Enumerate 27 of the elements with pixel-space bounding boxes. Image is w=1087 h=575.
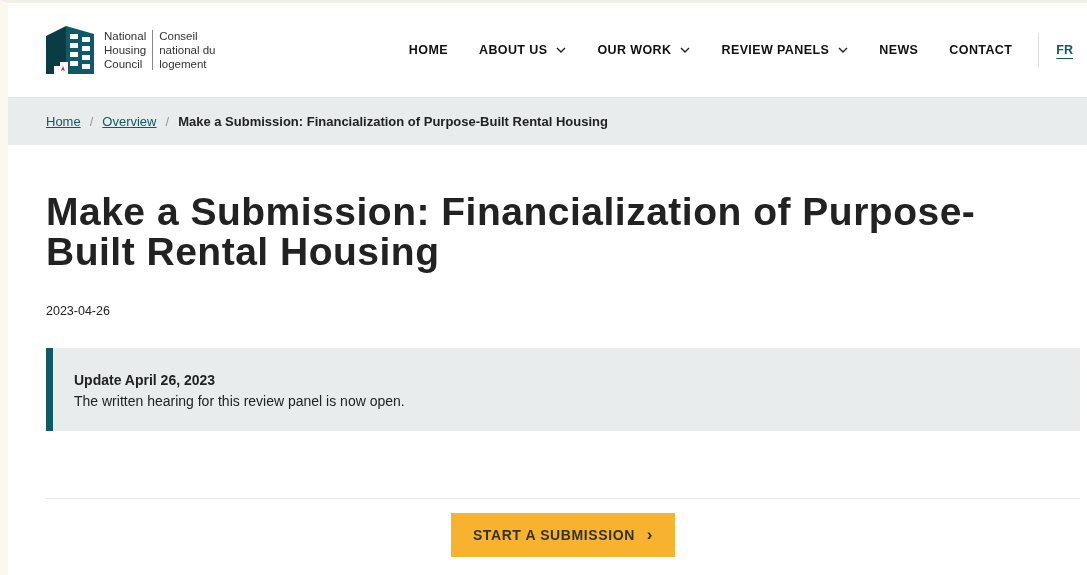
nav-menu[interactable]: ABOUT US	[478, 43, 567, 57]
breadcrumb-current: Make a Submission: Financialization of Purpose-Built Rental Housing	[178, 114, 608, 129]
logo-text: National	[104, 29, 147, 43]
nav-link[interactable]: NEWS	[879, 43, 919, 57]
logo-text: national du	[159, 43, 216, 57]
breadcrumb-link[interactable]: Home	[46, 114, 81, 129]
callout-text: The written hearing for this review panel is now open.	[74, 393, 406, 409]
nav-link[interactable]: CONTACT	[949, 43, 1013, 57]
building-logo-icon	[46, 24, 94, 76]
logo-text: Conseil	[159, 29, 199, 43]
callout-heading: Update April 26, 2023	[74, 372, 217, 388]
logo-text: logement	[159, 57, 208, 71]
breadcrumb-link[interactable]: Overview	[102, 114, 157, 129]
date: 2023-04-26	[46, 304, 111, 318]
language-link[interactable]: FR	[1056, 43, 1073, 57]
page-title: Make a Submission: Financialization of Purpose-Built Rental Housing	[46, 192, 977, 272]
chevron-down-icon	[680, 47, 691, 53]
chevron-down-icon	[556, 47, 567, 53]
breadcrumb-separator: /	[165, 114, 170, 129]
logo-text: Council	[104, 57, 144, 71]
breadcrumb-separator: /	[89, 114, 94, 129]
nav-menu[interactable]: OUR WORK	[597, 43, 691, 57]
chevron-down-icon	[838, 47, 849, 53]
start-submission-button[interactable]: START A SUBMISSION ›	[450, 513, 676, 557]
nav-menu[interactable]: REVIEW PANELS	[721, 43, 849, 57]
nav-link[interactable]: HOME	[408, 43, 448, 57]
logo-text: Housing	[104, 43, 147, 57]
